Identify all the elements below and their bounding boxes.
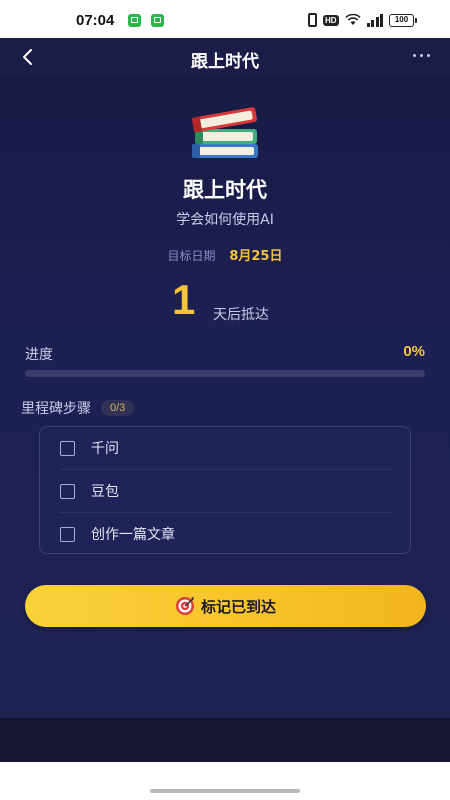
app-header: 跟上时代 <box>0 38 450 76</box>
wifi-icon <box>344 14 361 25</box>
hd-badge: HD <box>322 14 339 26</box>
checkbox[interactable] <box>60 440 75 456</box>
target-date-row: 目标日期 8月25日 <box>0 245 450 264</box>
milestone-item[interactable]: 千问 <box>60 427 392 469</box>
goal-title: 跟上时代 <box>183 178 267 202</box>
target-date-label: 目标日期 <box>167 249 216 263</box>
home-indicator[interactable] <box>150 789 300 793</box>
page-title: 跟上时代 <box>191 52 259 72</box>
countdown-label: 天后抵达 <box>213 307 269 323</box>
progress-bar <box>25 370 425 377</box>
milestone-title: 里程碑步骤 <box>21 401 91 417</box>
milestone-count-badge: 0/3 <box>101 400 135 416</box>
milestone-label: 豆包 <box>91 484 119 500</box>
system-nav-bar <box>0 762 450 800</box>
battery-icon: 100 <box>389 13 417 27</box>
countdown-days: 1 <box>172 276 196 323</box>
checkbox[interactable] <box>60 526 75 542</box>
target-date-value: 8月25日 <box>229 249 283 264</box>
app-notification-icon <box>128 14 141 27</box>
milestone-label: 创作一篇文章 <box>91 527 175 543</box>
progress-percent: 0% <box>403 343 425 360</box>
milestone-item[interactable]: 创作一篇文章 <box>60 513 392 555</box>
milestone-item[interactable]: 豆包 <box>60 470 392 512</box>
vibrate-icon <box>307 13 317 27</box>
screen: 07:04 HD 100 跟上时代 跟上时代 学会如何使用AI 目标日期 8月2… <box>0 0 450 800</box>
goal-detail: 跟上时代 学会如何使用AI 目标日期 8月25日 1 天后抵达 进度 0% 里程… <box>0 76 450 718</box>
progress-label: 进度 <box>25 347 53 363</box>
checkbox[interactable] <box>60 483 75 499</box>
mark-arrived-label: 标记已到达 <box>200 597 276 616</box>
more-options-icon[interactable] <box>413 54 430 57</box>
milestone-label: 千问 <box>91 441 119 457</box>
status-indicators: HD 100 <box>307 11 417 29</box>
books-icon <box>192 107 258 158</box>
goal-subtitle: 学会如何使用AI <box>176 212 274 228</box>
status-bar: 07:04 HD 100 <box>0 0 450 38</box>
target-icon <box>175 597 194 615</box>
milestone-list: 千问 豆包 创作一篇文章 <box>39 426 411 554</box>
milestone-header: 里程碑步骤 0/3 <box>21 398 135 418</box>
status-time: 07:04 <box>76 12 115 29</box>
bottom-area <box>0 718 450 762</box>
signal-icon <box>366 13 383 27</box>
mark-arrived-button[interactable]: 标记已到达 <box>25 585 426 627</box>
app-notification-icon <box>151 14 164 27</box>
